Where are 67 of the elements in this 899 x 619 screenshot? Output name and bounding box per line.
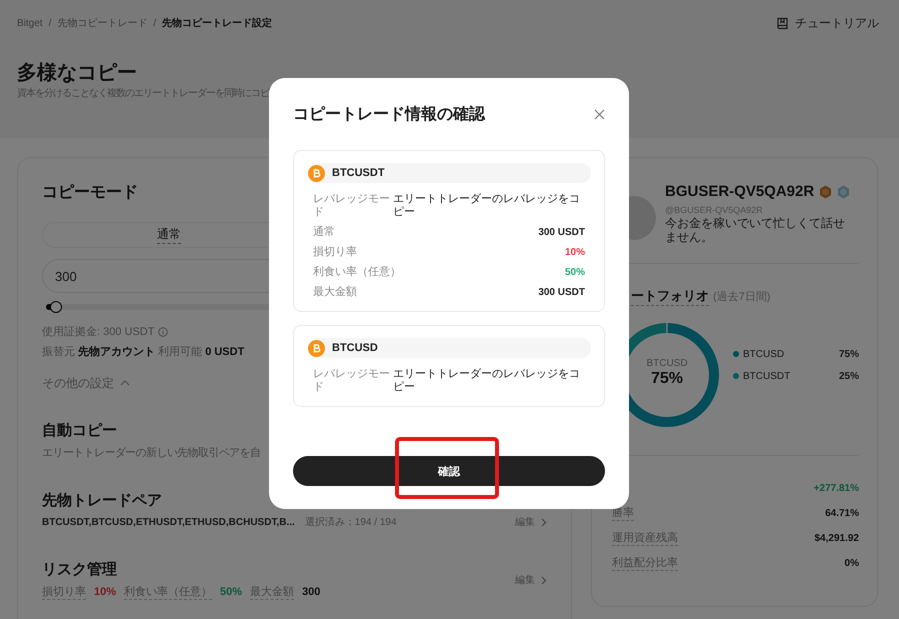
row-label: 通常 [313, 226, 335, 239]
legend-label: BTCUSDT [743, 370, 790, 382]
close-icon[interactable] [594, 108, 605, 120]
chart-center-value: 75% [650, 370, 684, 388]
tutorial-link[interactable]: チュートリアル [776, 14, 879, 32]
row-label: 最大金額 [313, 286, 357, 299]
section-title: 自動コピー [42, 421, 117, 441]
portfolio-title: ートフォリオ [631, 287, 709, 306]
risk-value: 300 [302, 585, 320, 600]
section-title: リスク管理 [42, 560, 117, 580]
stat-label: 利益配分比率 [612, 555, 678, 571]
row-label: レバレッジモード [313, 368, 391, 394]
mode-tab[interactable]: 通常 [43, 223, 294, 247]
row-value: 300 USDT [538, 286, 585, 299]
row-value: エリートトレーダーのレバレッジをコピー [393, 193, 581, 219]
info-icon [158, 327, 168, 337]
stat-value: 0% [844, 558, 859, 568]
chevron-right-icon [541, 518, 547, 526]
legend-label: BTCUSD [743, 348, 784, 360]
dialog-title: コピートレード情報の確認 [293, 104, 485, 124]
margin-used-text: 使用証拠金: 300 USDT [42, 325, 154, 339]
breadcrumb-separator: / [153, 18, 156, 28]
row-value: エリートトレーダーのレバレッジをコピー [393, 368, 581, 394]
stat-value: 64.71% [825, 508, 859, 518]
legend-value: 25% [838, 370, 859, 382]
legend-value: 75% [838, 348, 859, 360]
edit-link[interactable]: 編集 [515, 515, 547, 529]
breadcrumb-separator: / [48, 18, 52, 28]
breadcrumb-link[interactable]: Bitget [17, 18, 43, 28]
pair-symbol: BTCUSD [332, 342, 378, 354]
trader-bio: 今お金を稼いでいて忙しくて話せません。 [665, 216, 846, 244]
row-value: 10% [564, 246, 585, 259]
legend-dot [733, 351, 739, 357]
row-value: 50% [564, 266, 585, 279]
row-value: 300 USDT [538, 226, 585, 239]
risk-label: 最大金額 [250, 585, 294, 600]
selected-count: 選択済み：194 / 194 [304, 517, 397, 529]
section-title: 先物トレードペア [42, 491, 162, 511]
section-description: エリートトレーダーの新しい先物取引ペアを自 [42, 446, 260, 460]
risk-label: 利食い率（任意） [124, 585, 212, 600]
row-label: レバレッジモード [313, 193, 391, 219]
more-settings-toggle[interactable]: その他の設定 [42, 376, 114, 390]
legend-dot [733, 373, 739, 379]
row-label: 損切り率 [313, 246, 357, 259]
chart-center-label: BTCUSD [645, 358, 689, 369]
section-title: コピーモード [42, 183, 138, 203]
stat-value: +277.81% [814, 482, 859, 494]
chevron-right-icon [541, 576, 547, 584]
page-title: 多様なコピー [17, 61, 138, 85]
stat-value: $4,291.92 [814, 532, 859, 544]
slider-thumb[interactable] [50, 301, 62, 313]
book-icon [776, 16, 789, 30]
pairs-list: BTCUSDT,BTCUSD,ETHUSDT,ETHUSD,BCHUSDT,B... [42, 517, 295, 529]
confirm-button[interactable]: 確認 [293, 456, 605, 486]
risk-value: 10% [94, 585, 116, 600]
pair-symbol: BTCUSDT [332, 167, 385, 179]
hexagon-badge-icon [837, 185, 850, 199]
stat-label: 運用資産残高 [612, 530, 678, 546]
edit-link[interactable]: 編集 [515, 573, 547, 587]
trader-name: BGUSER-QV5QA92R [665, 182, 814, 202]
risk-value: 50% [220, 585, 242, 600]
breadcrumb-link[interactable]: 先物コピートレード [57, 16, 148, 30]
breadcrumb-current: 先物コピートレード設定 [162, 16, 272, 30]
transfer-info: 振替元 先物アカウント 利用可能 0 USDT [42, 345, 244, 359]
risk-label: 損切り率 [42, 585, 86, 600]
row-label: 利食い率（任意） [313, 266, 401, 279]
hexagon-badge-icon [819, 185, 832, 199]
